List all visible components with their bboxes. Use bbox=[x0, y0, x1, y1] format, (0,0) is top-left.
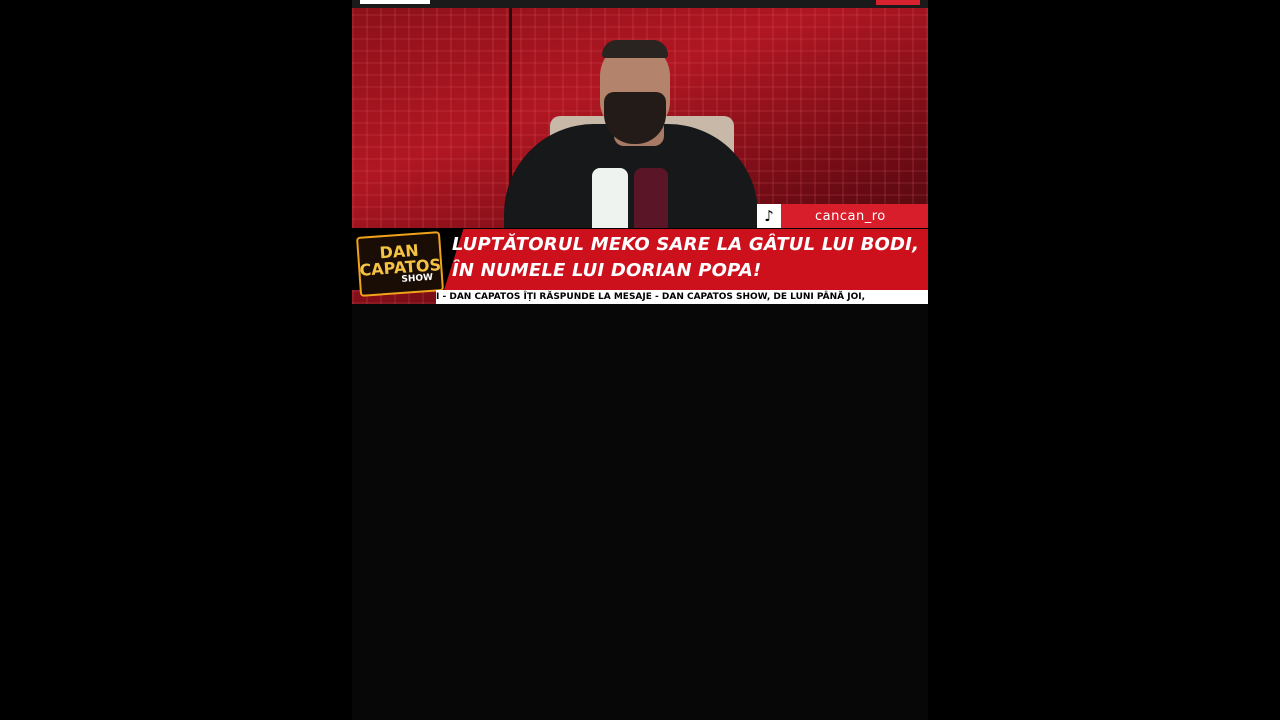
video-player[interactable]: ♪ cancan_ro LUPTĂTORUL MEKO SARE LA GÂTU… bbox=[352, 0, 928, 304]
show-logo: DAN CAPATOS SHOW bbox=[356, 231, 444, 297]
tiktok-handle-bar: ♪ cancan_ro bbox=[757, 204, 928, 228]
headline-text: LUPTĂTORUL MEKO SARE LA GÂTUL LUI BODI, … bbox=[452, 234, 920, 281]
juice-bottle bbox=[634, 168, 668, 232]
presenter-hair bbox=[602, 40, 668, 58]
top-strip bbox=[352, 0, 928, 8]
news-ticker: I - DAN CAPATOS ÎȚI RĂSPUNDE LA MESAJE -… bbox=[436, 290, 928, 304]
channel-tag bbox=[360, 0, 430, 4]
live-tag bbox=[876, 0, 920, 5]
tiktok-icon: ♪ bbox=[757, 204, 781, 228]
tiktok-handle: cancan_ro bbox=[815, 208, 886, 224]
water-bottle bbox=[592, 168, 628, 232]
video-frame[interactable]: ♪ cancan_ro LUPTĂTORUL MEKO SARE LA GÂTU… bbox=[352, 0, 928, 720]
logo-line-3: SHOW bbox=[401, 272, 434, 285]
